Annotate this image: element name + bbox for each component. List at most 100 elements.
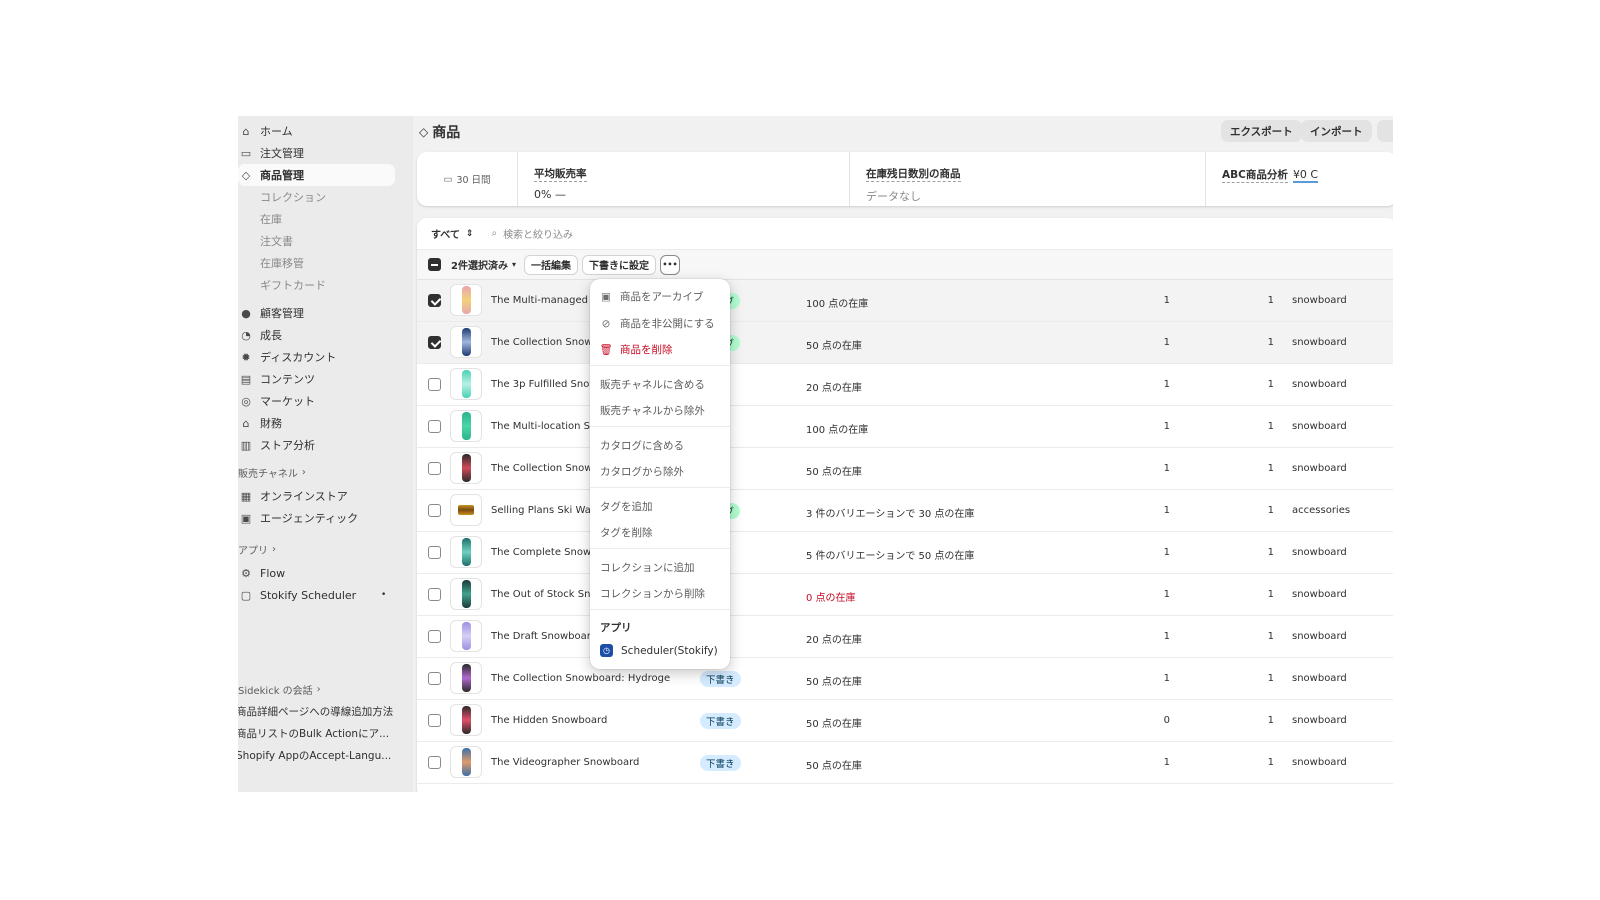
sidebar-sub-inventory[interactable]: 在庫: [260, 209, 282, 229]
product-thumbnail[interactable]: [450, 662, 482, 694]
remove-tags-item[interactable]: タグを削除: [600, 525, 653, 540]
product-thumbnail[interactable]: [450, 536, 482, 568]
sidebar-sub-collections[interactable]: コレクション: [260, 187, 326, 207]
sidekick-heading[interactable]: Sidekick の会話 ›: [238, 682, 321, 697]
row-checkbox[interactable]: [428, 630, 441, 643]
exclude-sales-channel-item[interactable]: 販売チャネルから除外: [600, 403, 705, 418]
product-name[interactable]: The Hidden Snowboard: [491, 715, 671, 726]
product-name[interactable]: The Complete Snowboard: [491, 547, 599, 558]
table-row[interactable]: The Out of Stock Snowboardき0 点の在庫11snowb…: [417, 574, 1393, 616]
sidebar-item-content[interactable]: ▤ コンテンツ: [238, 368, 315, 390]
sales-channels-count: 1: [1163, 673, 1170, 684]
product-name[interactable]: The Multi-managed Snowboard: [491, 295, 599, 306]
select-all-checkbox[interactable]: [428, 258, 441, 271]
row-checkbox[interactable]: [428, 336, 441, 349]
sidekick-conversation[interactable]: Shopify AppのAccept-Langu...: [238, 748, 396, 763]
product-name[interactable]: The Collection Snowboard: Liquid: [491, 337, 599, 348]
product-thumbnail[interactable]: [450, 368, 482, 400]
set-draft-button[interactable]: 下書きに設定: [581, 254, 656, 275]
sidebar-item-online-store[interactable]: ▦ オンラインストア: [238, 485, 348, 507]
sidebar-item-stokify-scheduler[interactable]: ▢ Stokify Scheduler •: [238, 584, 388, 606]
sidebar-item-customers[interactable]: ● 顧客管理: [238, 302, 304, 324]
product-name[interactable]: The Collection Snowboard: Oxygen: [491, 463, 599, 474]
table-row[interactable]: The Collection Snowboard: Oxygenき50 点の在庫…: [417, 448, 1393, 490]
sidebar-item-analytics[interactable]: ▥ ストア分析: [238, 434, 315, 456]
search-input[interactable]: ⌕ 検索と絞り込み: [491, 226, 573, 241]
product-thumbnail[interactable]: [450, 620, 482, 652]
table-row[interactable]: The Videographer Snowboard 下書き 50 点の在庫 1 1 sn…: [417, 742, 1393, 784]
table-row[interactable]: The Collection Snowboard: Hydrogen 下書き 50 …: [417, 658, 1393, 700]
product-name[interactable]: The Collection Snowboard: Hydrogen: [491, 673, 671, 684]
row-checkbox[interactable]: [428, 294, 441, 307]
row-checkbox[interactable]: [428, 672, 441, 685]
table-row[interactable]: Selling Plans Ski Waxティブ3 件のバリエーションで 30 …: [417, 490, 1393, 532]
row-checkbox[interactable]: [428, 588, 441, 601]
more-bulk-actions-button[interactable]: •••: [659, 254, 680, 275]
selection-dropdown[interactable]: 2件選択済み ▾: [451, 257, 516, 272]
product-name[interactable]: The Draft Snowboard: [491, 631, 599, 642]
sidebar-item-finance[interactable]: ⌂ 財務: [238, 412, 283, 434]
remove-from-collection-item[interactable]: コレクションから削除: [600, 586, 705, 601]
sidebar-item-markets[interactable]: ◎ マーケット: [238, 390, 315, 412]
table-row[interactable]: The Collection Snowboard: Liquidティブ50 点の…: [417, 322, 1393, 364]
product-thumbnail[interactable]: [450, 578, 482, 610]
days-of-inventory-stat[interactable]: 在庫残日数別の商品 データなし: [849, 152, 1205, 206]
archive-products-item[interactable]: ▣ 商品をアーカイブ: [600, 289, 703, 304]
product-thumbnail[interactable]: [450, 746, 482, 778]
sell-through-stat[interactable]: 平均販売率 0% —: [517, 152, 849, 206]
sidebar-item-home[interactable]: ⌂ ホーム: [238, 120, 293, 142]
table-row[interactable]: The 3p Fulfilled Snowboardき20 点の在庫11snow…: [417, 364, 1393, 406]
product-name[interactable]: The 3p Fulfilled Snowboard: [491, 379, 599, 390]
table-row[interactable]: The Multi-location Snowboardき100 点の在庫11s…: [417, 406, 1393, 448]
table-row[interactable]: The Hidden Snowboard 下書き 50 点の在庫 0 1 snowboar…: [417, 700, 1393, 742]
row-checkbox[interactable]: [428, 378, 441, 391]
product-thumbnail[interactable]: [450, 494, 482, 526]
sidebar-item-orders[interactable]: ▭ 注文管理: [238, 142, 304, 164]
include-sales-channel-item[interactable]: 販売チャネルに含める: [600, 377, 705, 392]
sidebar-item-growth[interactable]: ◔ 成長: [238, 324, 282, 346]
sidebar-sub-gift-cards[interactable]: ギフトカード: [260, 275, 326, 295]
sidebar-item-products[interactable]: ◇ 商品管理: [238, 164, 395, 186]
product-name[interactable]: The Videographer Snowboard: [491, 757, 671, 768]
row-checkbox[interactable]: [428, 504, 441, 517]
add-to-collection-item[interactable]: コレクションに追加: [600, 560, 695, 575]
product-thumbnail[interactable]: [450, 452, 482, 484]
row-checkbox[interactable]: [428, 756, 441, 769]
sales-channels-heading[interactable]: 販売チャネル ›: [238, 465, 306, 480]
product-name[interactable]: The Multi-location Snowboard: [491, 421, 599, 432]
product-name[interactable]: The Out of Stock Snowboard: [491, 589, 599, 600]
row-checkbox[interactable]: [428, 462, 441, 475]
row-checkbox[interactable]: [428, 546, 441, 559]
table-row[interactable]: The Draft Snowboardき20 点の在庫11snowboard: [417, 616, 1393, 658]
sidebar-item-agentic[interactable]: ▣ エージェンティック: [238, 507, 358, 529]
include-catalog-item[interactable]: カタログに含める: [600, 438, 684, 453]
sidekick-conversation[interactable]: 商品詳細ページへの導線追加方法: [238, 704, 396, 719]
bulk-edit-button[interactable]: 一括編集: [523, 254, 578, 275]
product-thumbnail[interactable]: [450, 326, 482, 358]
more-actions-button[interactable]: [1377, 120, 1393, 142]
add-tags-item[interactable]: タグを追加: [600, 499, 653, 514]
table-row[interactable]: The Complete Snowboardき5 件のバリエーションで 50 点…: [417, 532, 1393, 574]
product-thumbnail[interactable]: [450, 704, 482, 736]
unpublish-products-item[interactable]: ⊘ 商品を非公開にする: [600, 316, 715, 331]
row-checkbox[interactable]: [428, 420, 441, 433]
sidebar-item-flow[interactable]: ⚙ Flow: [238, 562, 285, 584]
sidebar-sub-purchase-orders[interactable]: 注文書: [260, 231, 293, 251]
product-thumbnail[interactable]: [450, 284, 482, 316]
product-thumbnail[interactable]: [450, 410, 482, 442]
exclude-catalog-item[interactable]: カタログから除外: [600, 464, 684, 479]
table-row[interactable]: The Multi-managed Snowboardティブ100 点の在庫11…: [417, 280, 1393, 322]
apps-heading[interactable]: アプリ ›: [238, 542, 276, 557]
import-button[interactable]: インポート: [1301, 120, 1372, 142]
scheduler-app-item[interactable]: ◷ Scheduler(Stokify): [600, 644, 718, 657]
abc-analysis-stat[interactable]: ABC商品分析 ¥0 C: [1205, 152, 1393, 206]
view-selector[interactable]: すべて ⇕: [431, 226, 473, 242]
date-range-button[interactable]: ▭ 30 日間: [417, 152, 517, 206]
sidekick-conversation[interactable]: 商品リストのBulk Actionにア...: [238, 726, 396, 741]
product-name[interactable]: Selling Plans Ski Wax: [491, 505, 599, 516]
delete-products-item[interactable]: 🗑︎ 商品を削除: [599, 342, 672, 357]
export-button[interactable]: エクスポート: [1221, 120, 1302, 142]
sidebar-sub-transfers[interactable]: 在庫移管: [260, 253, 304, 273]
sidebar-item-discounts[interactable]: ✹ ディスカウント: [238, 346, 336, 368]
row-checkbox[interactable]: [428, 714, 441, 727]
